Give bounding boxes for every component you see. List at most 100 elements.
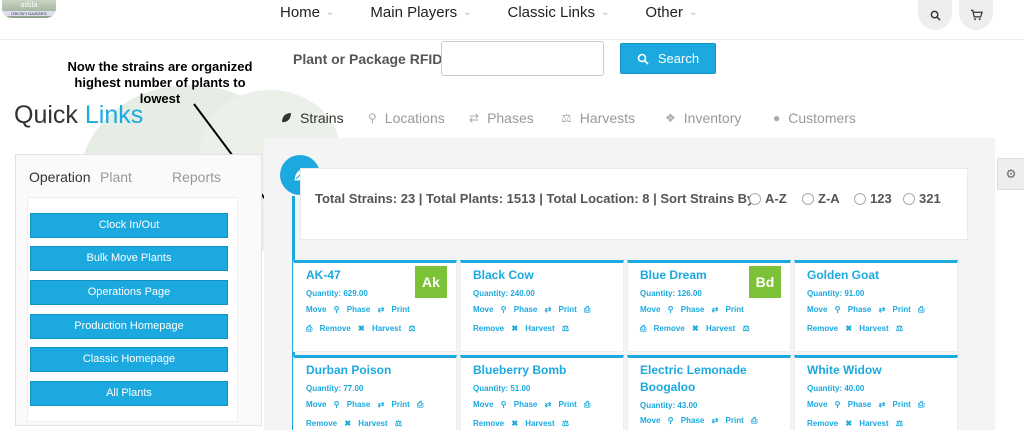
harvest-action[interactable]: Harvest ⚖: [372, 324, 416, 333]
remove-action[interactable]: Remove ✖: [807, 324, 852, 333]
tab-customers-label: Customers: [788, 110, 856, 126]
tab-reports[interactable]: Reports: [172, 169, 221, 185]
search-button[interactable]: Search: [620, 43, 716, 74]
print-action[interactable]: Print ⎙: [893, 305, 925, 314]
phase-label: Phase: [513, 305, 538, 314]
harvest-label: Harvest: [859, 324, 889, 333]
strain-card[interactable]: Black Cow Quantity: 240.00 Move ⚲ Phase …: [460, 260, 624, 352]
phase-action[interactable]: Phase ⇄: [514, 305, 552, 314]
tab-inventory[interactable]: ❖ Inventory: [665, 110, 741, 126]
bulk-move-plants-button[interactable]: Bulk Move Plants: [30, 246, 228, 271]
strain-card[interactable]: White Widow Quantity: 40.00 Move ⚲ Phase…: [794, 355, 958, 430]
remove-action[interactable]: Remove ✖: [654, 324, 699, 333]
phase-action[interactable]: Phase ⇄: [681, 305, 719, 314]
move-action[interactable]: Move ⚲: [807, 305, 841, 314]
phase-action[interactable]: Phase ⇄: [347, 305, 385, 314]
phase-action[interactable]: Phase ⇄: [681, 416, 719, 425]
clock-in-out-button[interactable]: Clock In/Out: [30, 213, 228, 238]
all-plants-button[interactable]: All Plants: [30, 381, 228, 406]
tab-locations[interactable]: ⚲ Locations: [368, 110, 445, 126]
strain-badge: Bd: [749, 266, 781, 298]
print-action[interactable]: Print ⎙: [559, 305, 591, 314]
nav-home[interactable]: Home ⌄: [280, 4, 334, 21]
sort-123-radio[interactable]: 123: [854, 191, 892, 206]
print-icon[interactable]: ⎙: [306, 324, 312, 333]
tab-strains[interactable]: Strains: [280, 110, 344, 126]
strain-name[interactable]: Electric Lemonade Boogaloo: [640, 362, 780, 396]
phase-action[interactable]: Phase ⇄: [848, 400, 886, 409]
move-action[interactable]: Move ⚲: [640, 416, 674, 425]
strain-card[interactable]: Blue Dream Quantity: 126.00 Bd Move ⚲ Ph…: [627, 260, 791, 352]
remove-label: Remove: [473, 324, 505, 333]
print-action[interactable]: Print ⎙: [726, 416, 758, 425]
move-action[interactable]: Move ⚲: [640, 305, 674, 314]
strain-name[interactable]: AK-47: [306, 267, 341, 284]
print-action[interactable]: Print: [392, 305, 415, 314]
move-label: Move: [640, 305, 661, 314]
nav-main-players[interactable]: Main Players ⌄: [370, 4, 471, 21]
tab-strains-label: Strains: [300, 110, 344, 126]
radio-dot: [903, 192, 915, 205]
phase-action[interactable]: Phase ⇄: [848, 305, 886, 314]
print-action[interactable]: Print ⎙: [893, 400, 925, 409]
move-action[interactable]: Move ⚲: [807, 400, 841, 409]
strain-name[interactable]: Blueberry Bomb: [473, 362, 566, 379]
leaf-icon: [282, 113, 291, 123]
harvest-action[interactable]: Harvest ⚖: [525, 419, 569, 428]
radio-dot: [802, 192, 814, 205]
classic-homepage-button[interactable]: Classic Homepage: [30, 347, 228, 372]
brand-logo[interactable]: adila GROW+GARDEN: [2, 0, 56, 18]
print-action[interactable]: Print ⎙: [392, 400, 424, 409]
strain-name[interactable]: Blue Dream: [640, 267, 707, 284]
tab-phases[interactable]: ⇄ Phases: [469, 110, 534, 126]
strain-name[interactable]: White Widow: [807, 362, 882, 379]
rfid-input[interactable]: [441, 41, 604, 76]
cart-button[interactable]: [959, 0, 993, 30]
strain-name[interactable]: Durban Poison: [306, 362, 391, 379]
tab-harvests[interactable]: ⚖ Harvests: [561, 110, 635, 126]
remove-action[interactable]: Remove ✖: [473, 419, 518, 428]
strain-name[interactable]: Black Cow: [473, 267, 534, 284]
print-action[interactable]: Print: [726, 305, 749, 314]
print-action[interactable]: Print ⎙: [559, 400, 591, 409]
sort-a-z-radio[interactable]: A-Z: [749, 191, 787, 206]
move-action[interactable]: Move ⚲: [306, 305, 340, 314]
strain-quantity: Quantity: 629.00: [306, 289, 368, 298]
strain-card[interactable]: AK-47 Quantity: 629.00 Ak Move ⚲ Phase ⇄…: [293, 260, 457, 352]
harvest-action[interactable]: Harvest ⚖: [525, 324, 569, 333]
remove-action[interactable]: Remove ✖: [320, 324, 365, 333]
strain-card[interactable]: Electric Lemonade Boogaloo Quantity: 43.…: [627, 355, 791, 430]
remove-action[interactable]: Remove ✖: [807, 419, 852, 428]
harvest-action[interactable]: Harvest ⚖: [859, 324, 903, 333]
strain-name[interactable]: Golden Goat: [807, 267, 879, 284]
sort-321-label: 321: [919, 191, 941, 206]
production-homepage-button[interactable]: Production Homepage: [30, 314, 228, 339]
move-label: Move: [807, 305, 828, 314]
harvest-action[interactable]: Harvest ⚖: [358, 419, 402, 428]
move-action[interactable]: Move ⚲: [473, 400, 507, 409]
harvest-action[interactable]: Harvest ⚖: [706, 324, 750, 333]
tab-operation[interactable]: Operation: [29, 169, 90, 185]
sort-z-a-radio[interactable]: Z-A: [802, 191, 840, 206]
operations-page-button[interactable]: Operations Page: [30, 280, 228, 305]
settings-tab[interactable]: ⚙: [997, 158, 1024, 190]
remove-action[interactable]: Remove ✖: [473, 324, 518, 333]
print-icon[interactable]: ⎙: [640, 324, 646, 333]
strain-card[interactable]: Golden Goat Quantity: 91.00 Move ⚲ Phase…: [794, 260, 958, 352]
nav-other[interactable]: Other ⌄: [645, 4, 697, 21]
tab-customers[interactable]: ● Customers: [773, 110, 856, 126]
tab-plant[interactable]: Plant: [100, 169, 132, 185]
nav-classic-links[interactable]: Classic Links ⌄: [508, 4, 610, 21]
phase-action[interactable]: Phase ⇄: [514, 400, 552, 409]
sort-321-radio[interactable]: 321: [903, 191, 941, 206]
user-icon: ●: [773, 111, 781, 125]
remove-action[interactable]: Remove ✖: [306, 419, 351, 428]
move-action[interactable]: Move ⚲: [306, 400, 340, 409]
strain-card[interactable]: Durban Poison Quantity: 77.00 Move ⚲ Pha…: [293, 355, 457, 430]
map-pin-icon: ⚲: [368, 111, 377, 125]
phase-action[interactable]: Phase ⇄: [347, 400, 385, 409]
search-toggle-button[interactable]: [918, 0, 952, 30]
strain-card[interactable]: Blueberry Bomb Quantity: 51.00 Move ⚲ Ph…: [460, 355, 624, 430]
move-action[interactable]: Move ⚲: [473, 305, 507, 314]
harvest-action[interactable]: Harvest ⚖: [859, 419, 903, 428]
